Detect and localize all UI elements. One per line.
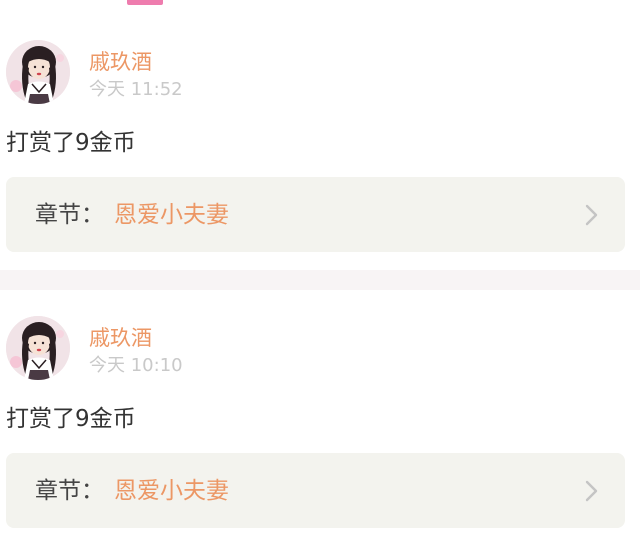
avatar[interactable] [6,316,70,380]
reward-message: 打赏了9金币 [6,130,136,156]
reward-message: 打赏了9金币 [6,406,136,432]
chapter-title: 恩爱小夫妻 [114,202,229,228]
timestamp: 今天 10:10 [89,355,183,376]
chapter-label: 章节： [35,202,104,228]
entry-divider [0,270,640,290]
chevron-right-icon [585,204,598,226]
active-tab-indicator [127,0,163,5]
chapter-link-card[interactable]: 章节： 恩爱小夫妻 [6,453,625,528]
reward-record-page: 戚玖酒 今天 11:52 打赏了9金币 章节： 恩爱小夫妻 戚玖酒 今天 10:… [0,0,640,546]
chapter-label: 章节： [35,478,104,504]
chevron-right-icon [585,480,598,502]
username[interactable]: 戚玖酒 [89,49,152,75]
timestamp: 今天 11:52 [89,79,183,100]
avatar-image [6,40,70,104]
avatar[interactable] [6,40,70,104]
username[interactable]: 戚玖酒 [89,325,152,351]
avatar-image [6,316,70,380]
chapter-link-card[interactable]: 章节： 恩爱小夫妻 [6,177,625,252]
chapter-title: 恩爱小夫妻 [114,478,229,504]
